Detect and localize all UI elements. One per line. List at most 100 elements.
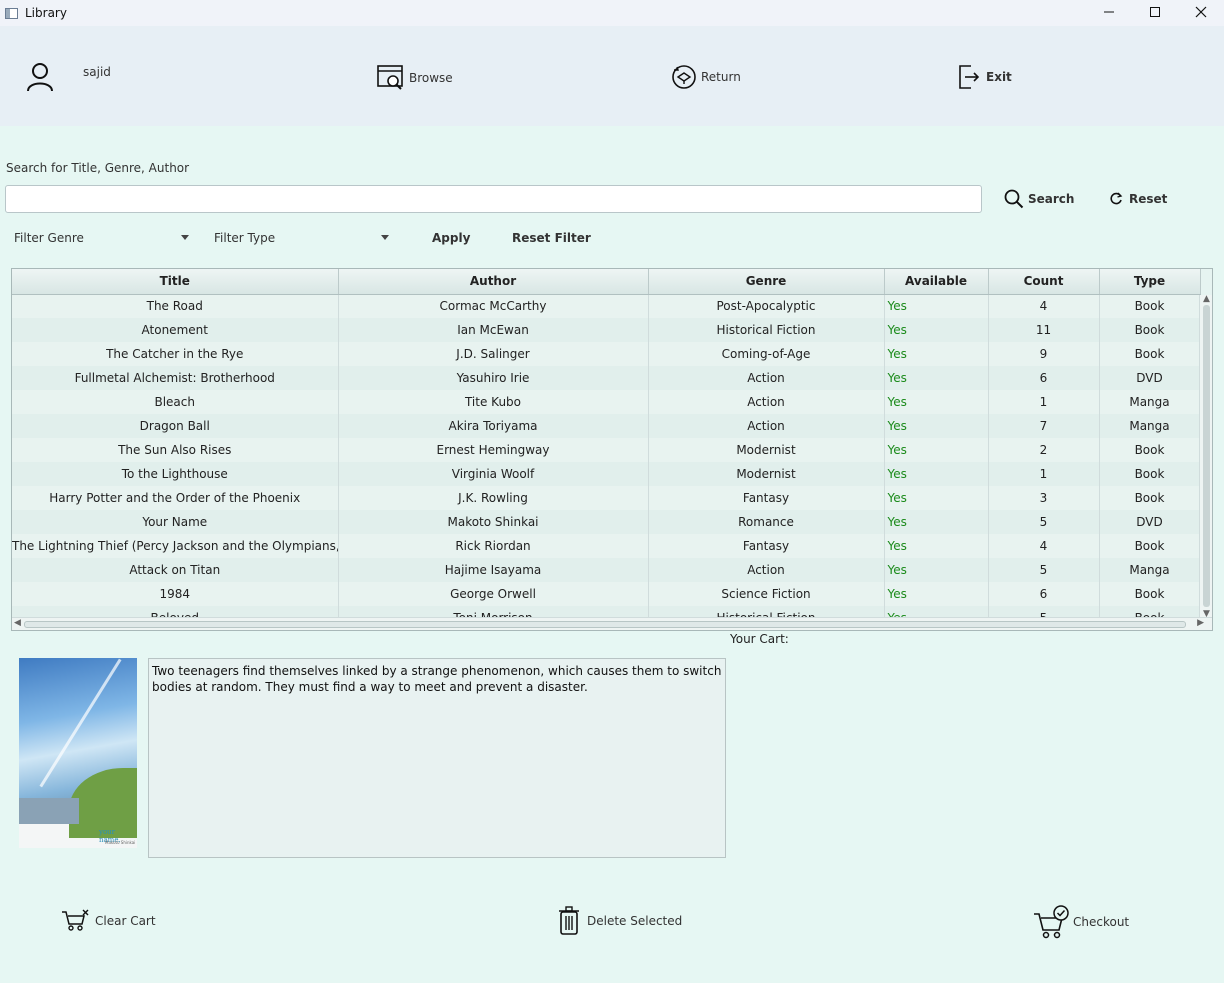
table-row[interactable]: The Catcher in the Rye J.D. Salinger Comin… [12, 342, 1201, 366]
browse-button[interactable]: Browse [377, 64, 453, 92]
table-row[interactable]: To the Lighthouse Virginia Woolf Modernist… [12, 462, 1201, 486]
cell-author: Rick Riordan [338, 534, 649, 558]
search-label: Search for Title, Genre, Author [6, 161, 190, 175]
cell-title: The Road [12, 294, 339, 318]
username: sajid [83, 65, 111, 79]
cell-count: 6 [988, 366, 1100, 390]
column-header-author[interactable]: Author [338, 269, 649, 295]
scroll-left-icon[interactable]: ◀ [14, 618, 21, 628]
cell-genre: Action [648, 390, 885, 414]
cover-image: your name. Makoto Shinkai [19, 658, 137, 848]
description-box[interactable]: Two teenagers find themselves linked by … [148, 658, 726, 858]
maximize-button[interactable] [1132, 0, 1178, 24]
cell-genre: Action [648, 366, 885, 390]
table-row[interactable]: Atonement Ian McEwan Historical Fiction Yes… [12, 318, 1201, 342]
cell-available: Yes [884, 438, 989, 462]
cell-title: The Catcher in the Rye [12, 342, 339, 366]
cell-type: Book [1099, 318, 1201, 342]
column-header-genre[interactable]: Genre [648, 269, 885, 295]
return-icon [672, 65, 696, 89]
filter-type-select[interactable]: Filter Type [214, 228, 389, 248]
horizontal-scrollbar[interactable]: ◀ ▶ [12, 617, 1212, 630]
refresh-icon [1110, 192, 1123, 205]
cell-title: 1984 [12, 582, 339, 606]
return-button[interactable]: Return [671, 64, 741, 90]
cell-count: 11 [988, 318, 1100, 342]
reset-button[interactable]: Reset [1109, 192, 1167, 206]
cell-title: Fullmetal Alchemist: Brotherhood [12, 366, 339, 390]
search-button-label: Search [1028, 192, 1075, 206]
filter-genre-select[interactable]: Filter Genre [14, 228, 189, 248]
close-icon [1195, 6, 1207, 18]
table-row[interactable]: Your Name Makoto Shinkai Romance Yes 5 DVD [12, 510, 1201, 534]
chevron-down-icon [181, 235, 189, 240]
delete-selected-button[interactable]: Delete Selected [558, 906, 682, 936]
cell-genre: Fantasy [648, 534, 885, 558]
app-icon [5, 7, 18, 19]
cell-count: 5 [988, 558, 1100, 582]
cell-available: Yes [884, 294, 989, 318]
table-row[interactable]: Harry Potter and the Order of the Phoeni… [12, 486, 1201, 510]
table-row[interactable]: The Lightning Thief (Percy Jackson and t… [12, 534, 1201, 558]
maximize-icon [1150, 7, 1160, 17]
cell-type: Book [1099, 294, 1201, 318]
column-header-type[interactable]: Type [1099, 269, 1201, 295]
scrollbar-thumb[interactable] [1203, 305, 1210, 607]
cell-title: To the Lighthouse [12, 462, 339, 486]
cell-genre: Coming-of-Age [648, 342, 885, 366]
cell-author: George Orwell [338, 582, 649, 606]
title-bar: Library [0, 0, 1224, 26]
table-row[interactable]: The Road Cormac McCarthy Post-Apocalyptic Y… [12, 294, 1201, 318]
table-row[interactable]: 1984 George Orwell Science Fiction Yes 6 Book [12, 582, 1201, 606]
table-row[interactable]: Bleach Tite Kubo Action Yes 1 Manga [12, 390, 1201, 414]
column-header-count[interactable]: Count [988, 269, 1100, 295]
apply-button[interactable]: Apply [432, 231, 470, 245]
table-row[interactable]: Fullmetal Alchemist: Brotherhood Yasuhiro… [12, 366, 1201, 390]
checkout-button[interactable]: Checkout [1033, 904, 1129, 940]
exit-button[interactable]: Exit [958, 64, 1012, 90]
minimize-icon [1104, 11, 1114, 13]
books-table: Title Author Genre Available Count Type … [11, 268, 1213, 631]
reset-filter-button[interactable]: Reset Filter [512, 231, 591, 245]
column-header-title[interactable]: Title [12, 269, 339, 295]
cell-title: Dragon Ball [12, 414, 339, 438]
checkout-label: Checkout [1073, 915, 1130, 929]
table-row[interactable]: Attack on Titan Hajime Isayama Action Yes 5 M… [12, 558, 1201, 582]
cell-author: J.K. Rowling [338, 486, 649, 510]
vertical-scrollbar[interactable]: ▲ ▼ [1199, 294, 1212, 619]
filter-genre-label: Filter Genre [14, 231, 84, 245]
scroll-right-icon[interactable]: ▶ [1197, 618, 1204, 628]
exit-label: Exit [986, 70, 1012, 84]
search-icon [1004, 189, 1024, 209]
minimize-button[interactable] [1086, 0, 1132, 24]
clear-cart-button[interactable]: Clear Cart [61, 909, 156, 933]
return-label: Return [701, 70, 741, 84]
cell-count: 7 [988, 414, 1100, 438]
close-button[interactable] [1178, 0, 1224, 24]
cell-genre: Modernist [648, 438, 885, 462]
table-header-row: Title Author Genre Available Count Type [12, 269, 1201, 295]
table-row[interactable]: The Sun Also Rises Ernest Hemingway Modern… [12, 438, 1201, 462]
cell-available: Yes [884, 534, 989, 558]
cell-available: Yes [884, 318, 989, 342]
column-header-available[interactable]: Available [884, 269, 989, 295]
user-profile[interactable]: sajid [25, 62, 111, 92]
browse-label: Browse [409, 71, 453, 85]
cell-type: Manga [1099, 414, 1201, 438]
cell-available: Yes [884, 582, 989, 606]
table-row[interactable]: Dragon Ball Akira Toriyama Action Yes 7 Manga [12, 414, 1201, 438]
cell-title: Atonement [12, 318, 339, 342]
cell-type: Book [1099, 582, 1201, 606]
scroll-up-icon[interactable]: ▲ [1203, 294, 1210, 304]
cell-type: Book [1099, 438, 1201, 462]
scrollbar-thumb[interactable] [24, 621, 1186, 628]
cell-genre: Action [648, 414, 885, 438]
search-button[interactable]: Search [1004, 189, 1074, 209]
search-input[interactable] [5, 185, 982, 213]
cell-type: Book [1099, 342, 1201, 366]
cell-genre: Fantasy [648, 486, 885, 510]
cell-count: 1 [988, 390, 1100, 414]
cell-title: The Lightning Thief (Percy Jackson and t… [12, 534, 339, 558]
cell-count: 4 [988, 294, 1100, 318]
reset-button-label: Reset [1129, 192, 1168, 206]
